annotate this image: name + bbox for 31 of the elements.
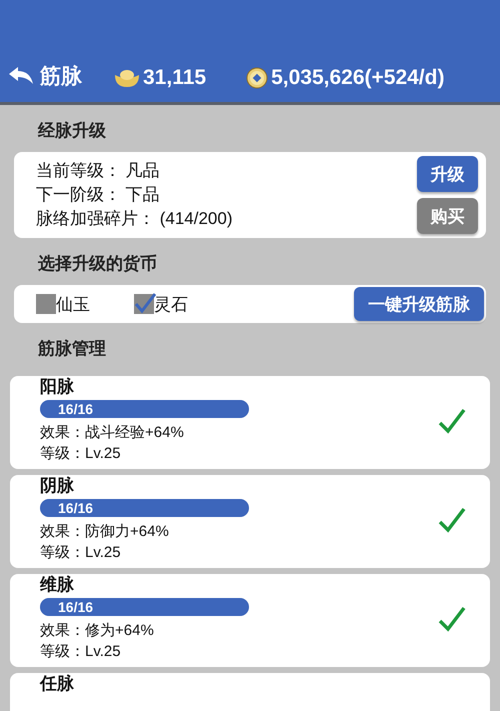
back-button[interactable]: 筋脉: [8, 62, 82, 90]
info-text: 脉络加强碎片： (414/200): [36, 208, 232, 230]
checkbox[interactable]: [36, 294, 56, 314]
level-text: 等级：Lv.25: [40, 444, 122, 464]
progress-text: 16/16: [58, 499, 94, 517]
upgrade-button[interactable]: 升级: [417, 156, 478, 192]
effect-text: 效果：防御力+64%: [40, 522, 170, 542]
currency-amount: 31,115: [143, 66, 206, 90]
upgrade-all-button[interactable]: 一键升级筋脉: [354, 287, 484, 321]
ingot-icon: [114, 68, 140, 88]
meridian-name: 维脉: [40, 575, 75, 595]
section-title: 经脉升级: [36, 120, 107, 142]
meridian-name: 阳脉: [40, 377, 75, 397]
checkbox[interactable]: [134, 294, 154, 314]
progress-text: 16/16: [58, 598, 94, 616]
section-title: 选择升级的货币: [37, 253, 158, 275]
checkbox-label: 仙玉: [56, 294, 90, 316]
meridian-name: 阴脉: [40, 476, 75, 496]
effect-text: 效果：修为+64%: [40, 621, 155, 641]
currency-amount: 5,035,626(+524/d): [271, 66, 444, 90]
level-text: 等级：Lv.25: [40, 543, 122, 563]
level-text: 等级：Lv.25: [40, 642, 122, 662]
meridian-name: 任脉: [40, 674, 75, 694]
progress-text: 16/16: [58, 400, 94, 418]
info-text: 下一阶级： 下品: [36, 184, 161, 206]
checkbox-label: 灵石: [154, 294, 188, 316]
coin-icon: [246, 67, 268, 89]
info-text: 当前等级： 凡品: [36, 160, 161, 182]
back-arrow-icon: [8, 66, 34, 86]
section-title: 筋脉管理: [37, 338, 107, 360]
effect-text: 效果：战斗经验+64%: [40, 423, 185, 443]
